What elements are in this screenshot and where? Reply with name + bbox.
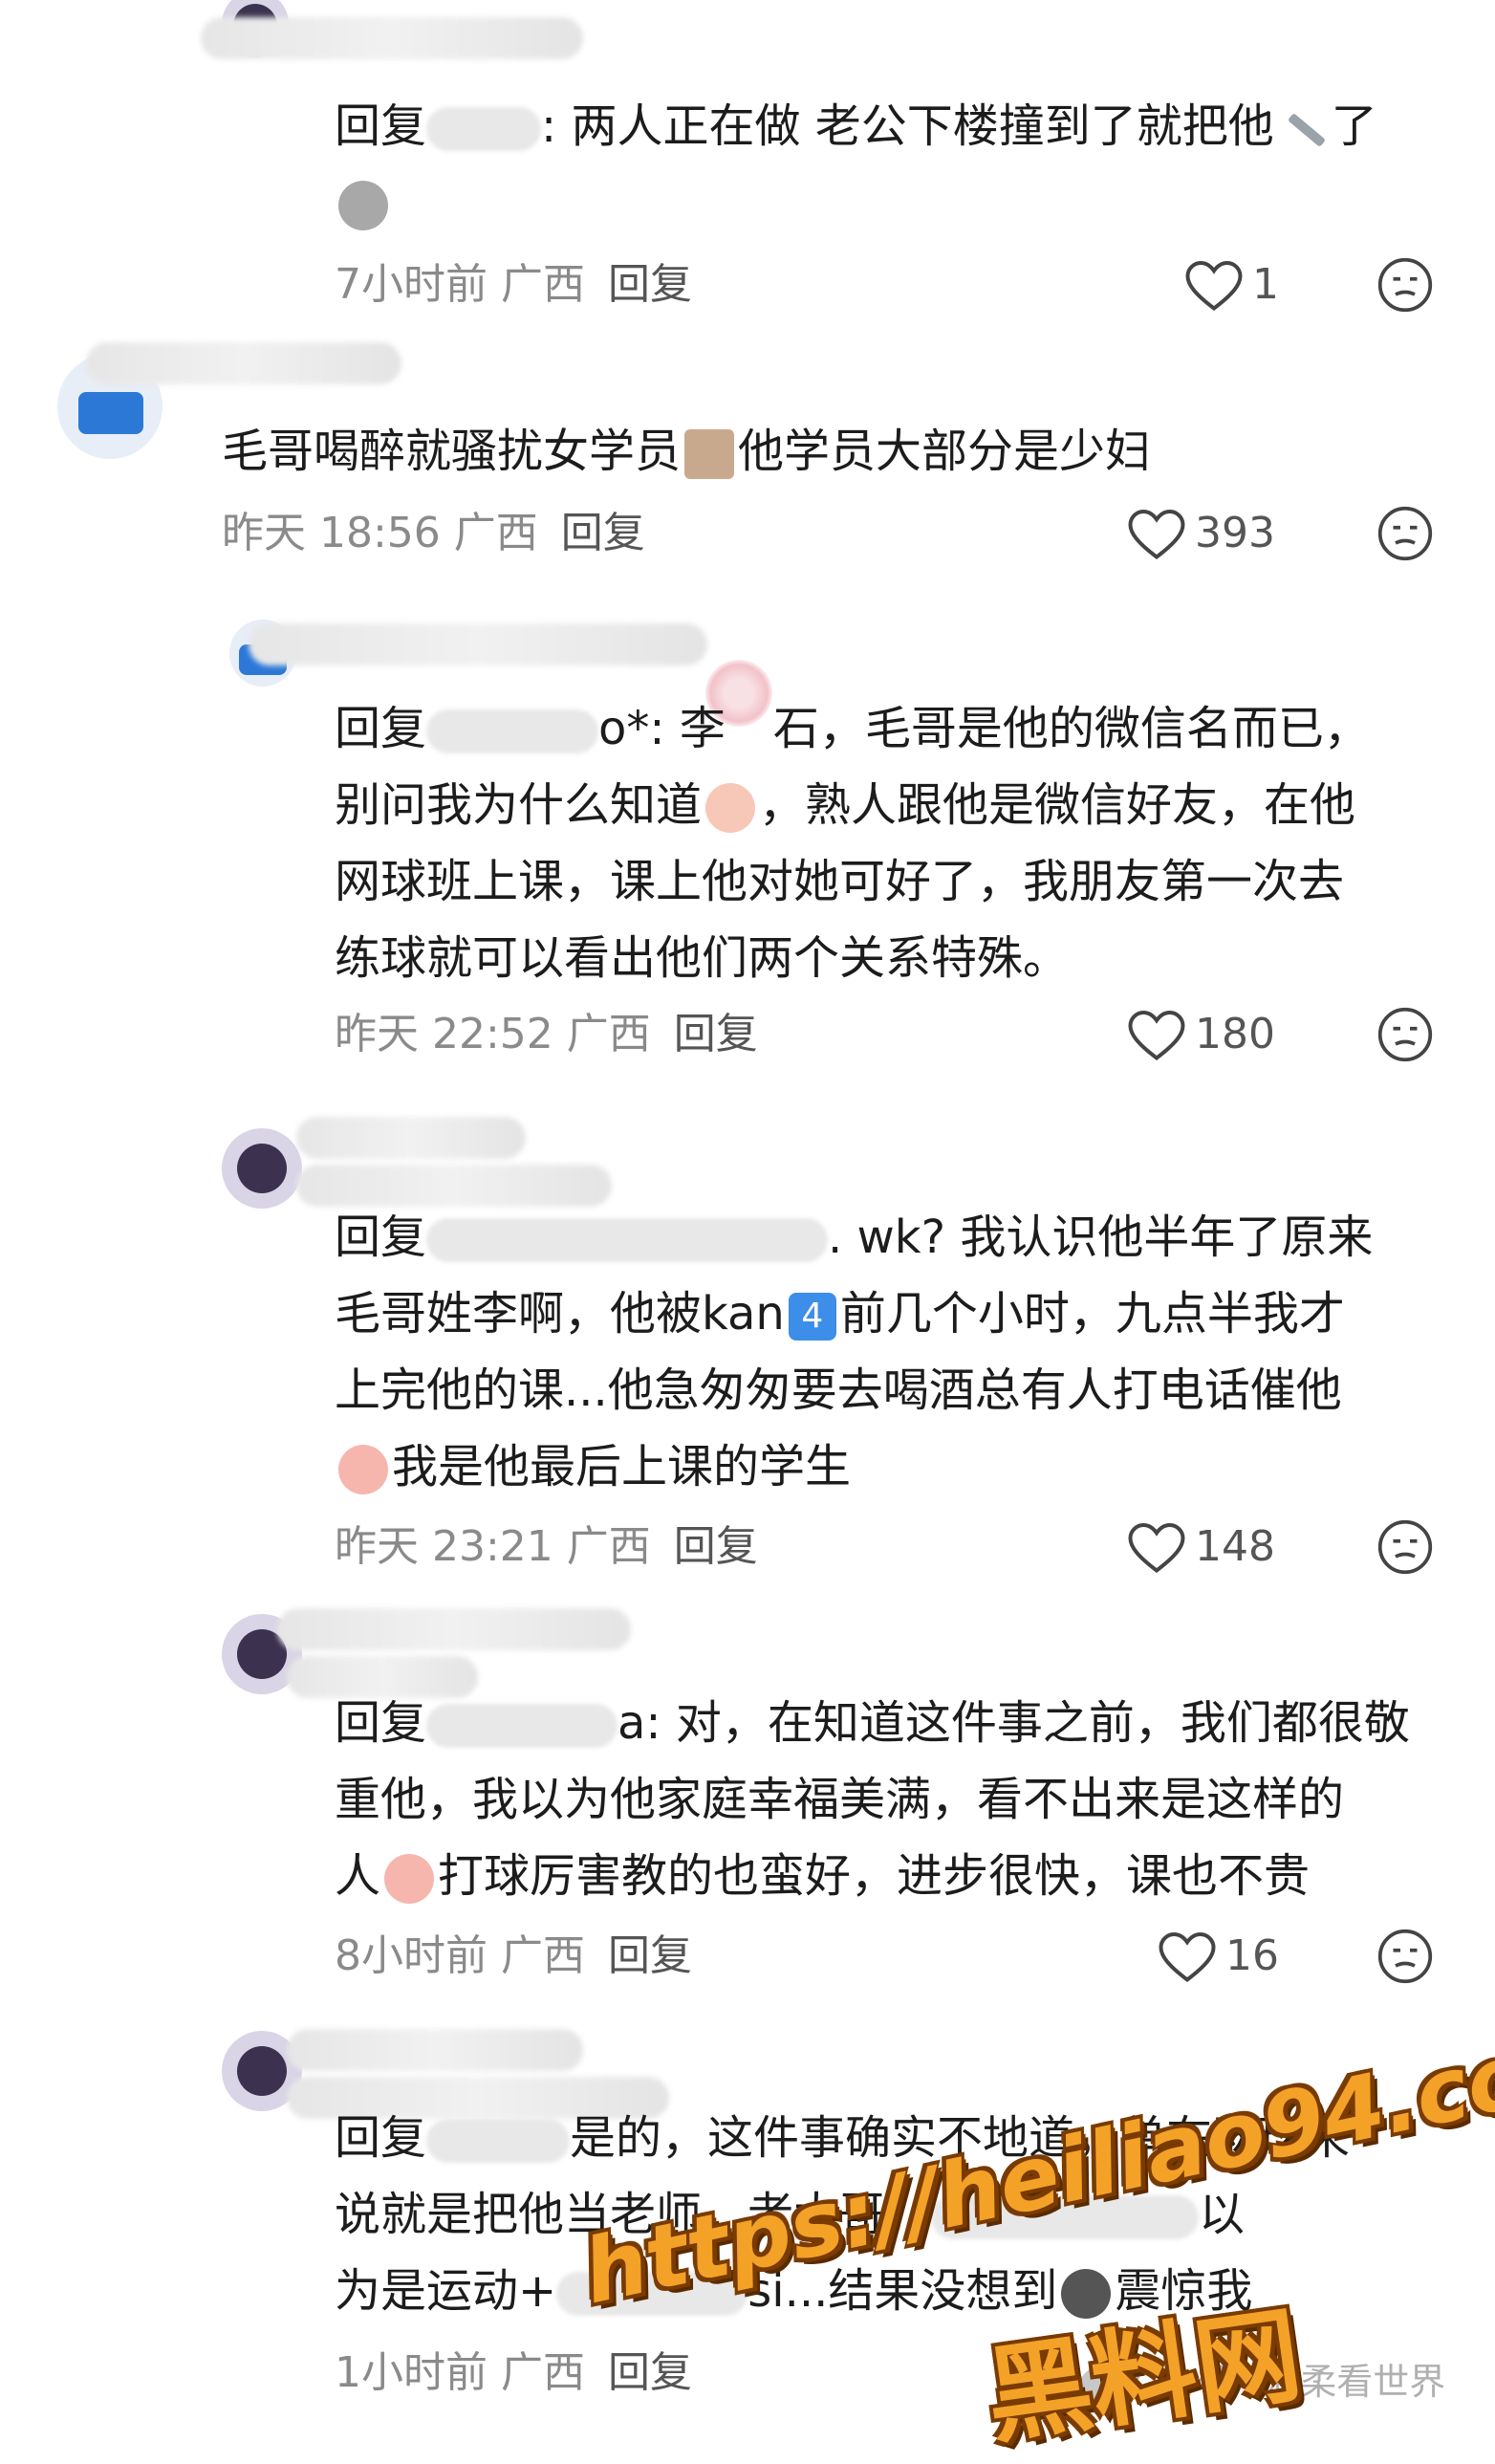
comment-meta: 8小时前 广西 回复 <box>335 1931 692 1980</box>
dislike-face-icon[interactable] <box>1376 1518 1434 1576</box>
dislike-face-icon[interactable] <box>1376 1006 1434 1063</box>
reply-button[interactable]: 回复 <box>608 260 692 309</box>
comment-meta: 1小时前 广西 回复 <box>335 2348 692 2397</box>
like-button[interactable]: 148 <box>1128 1518 1275 1576</box>
comment-text: 回复 o*: 李石，毛哥是他的微信名而已， 别问我为什么知道 ，熟人跟他是微信好友，… <box>335 702 1370 985</box>
masked-username <box>277 1608 631 1650</box>
like-button[interactable]: 1 <box>1185 256 1279 314</box>
shy-face-icon <box>705 783 756 833</box>
reply-button[interactable]: 回复 <box>608 1931 692 1980</box>
dislike-face-icon[interactable] <box>1376 505 1434 562</box>
like-button[interactable]: 16 <box>1159 1928 1279 1985</box>
reply-button[interactable]: 回复 <box>608 2348 692 2397</box>
comment-meta: 昨天 23:21 广西 回复 <box>335 1522 758 1571</box>
comment-text: 毛哥喝醉就骚扰女学员 他学员大部分是少妇 <box>222 425 1152 479</box>
reply-button[interactable]: 回复 <box>674 1522 758 1571</box>
comment-text: 回复. wk? 我认识他半年了原来 毛哥姓李啊，他被kan 4 前几个小时，九点半我… <box>335 1210 1374 1494</box>
heart-icon <box>1128 509 1185 562</box>
heart-icon <box>1159 1931 1216 1985</box>
heart-icon <box>1128 1522 1185 1576</box>
like-button[interactable]: 180 <box>1128 1006 1275 1063</box>
masked-username <box>249 623 707 665</box>
comment-meta: 7小时前 广西 回复 <box>335 260 692 309</box>
heart-icon <box>1185 260 1243 314</box>
reply-button[interactable]: 回复 <box>561 509 645 557</box>
comment-text: 回复: 两人正在做 老公下楼撞到了就把他了 <box>335 88 1443 241</box>
worried-face-icon <box>338 181 388 230</box>
comment-meta: 昨天 18:56 广西 回复 <box>222 509 645 557</box>
like-button[interactable]: 393 <box>1128 505 1275 562</box>
embarrassed-face-icon <box>684 429 735 479</box>
knife-icon <box>1278 104 1328 154</box>
masked-username <box>287 2029 583 2071</box>
masked-username <box>296 1117 526 1159</box>
masked-username <box>201 17 583 59</box>
avatar[interactable] <box>222 1128 302 1209</box>
comment-text: 回复 a: 对，在知道这件事之前，我们都很敬 重他，我以为他家庭幸福美满，看不出来… <box>335 1696 1410 1904</box>
reply-button[interactable]: 回复 <box>674 1010 758 1058</box>
keycap-4-icon: 4 <box>788 1293 836 1341</box>
dislike-face-icon[interactable] <box>1376 1928 1434 1985</box>
comment-meta: 昨天 22:52 广西 回复 <box>335 1010 758 1058</box>
crying-face-icon <box>338 1445 388 1494</box>
crying-face-icon <box>384 1854 435 1904</box>
heart-icon <box>1128 1010 1185 1063</box>
dislike-face-icon[interactable] <box>1376 256 1434 314</box>
masked-username <box>86 342 401 384</box>
